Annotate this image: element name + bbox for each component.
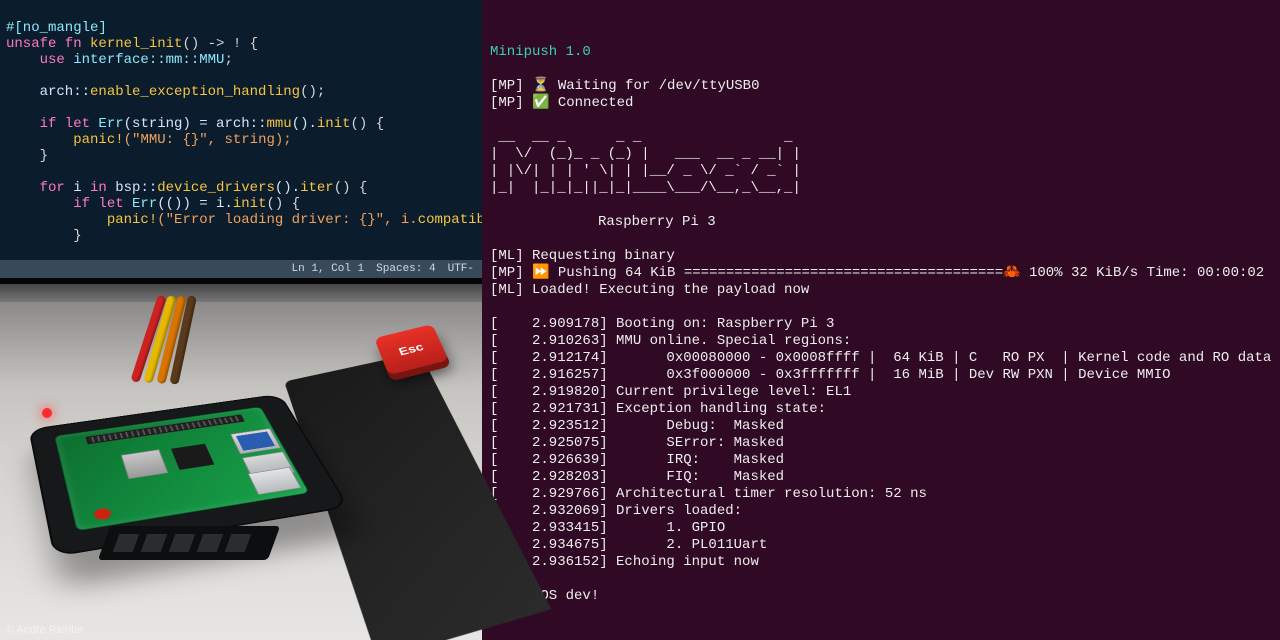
if2-end: () {	[266, 196, 300, 212]
kw-unsafe-fn: unsafe fn	[6, 36, 90, 52]
mp-connected: [MP] ✅ Connected	[490, 95, 1272, 112]
usb3-ports	[230, 428, 281, 454]
status-spaces: Spaces: 4	[376, 263, 435, 275]
for-fn2: iter	[300, 180, 334, 196]
call-path: arch::	[6, 84, 90, 100]
code-editor-screenshot: #[no_mangle] unsafe fn kernel_init() -> …	[0, 0, 482, 278]
panic2-fn2: compatible	[418, 212, 482, 228]
boot-log-line: [ 2.926639] IRQ: Masked	[490, 452, 1272, 469]
minipush-title: Minipush 1.0	[490, 44, 1272, 61]
call-fn: enable_exception_handling	[90, 84, 300, 100]
left-panel: #[no_mangle] unsafe fn kernel_init() -> …	[0, 0, 482, 640]
esc-keycap: Esc	[374, 324, 448, 375]
boot-log-line: [ 2.910263] MMU online. Special regions:	[490, 333, 1272, 350]
status-position: Ln 1, Col 1	[292, 263, 365, 275]
for-path: bsp::	[115, 180, 157, 196]
power-led	[42, 408, 52, 418]
esc-label: Esc	[397, 340, 426, 358]
photo-credit: © Andre Richter	[6, 624, 84, 636]
kw-for: for	[6, 180, 73, 196]
panic1-indent	[6, 132, 73, 148]
panic2-args: ("Error loading driver: {}", i.	[157, 212, 417, 228]
if-mid1: (string) = arch::	[124, 116, 267, 132]
close2: }	[6, 228, 82, 244]
boot-log: [ 2.909178] Booting on: Raspberry Pi 3[ …	[490, 316, 1272, 571]
for-mid: ().	[275, 180, 300, 196]
miniload-ascii-art: __ __ _ _ _ _ | \/ (_)_ _ (_) | ___ __ _…	[490, 129, 1272, 197]
root: #[no_mangle] unsafe fn kernel_init() -> …	[0, 0, 1280, 640]
boot-log-line: [ 2.934675] 2. PL011Uart	[490, 537, 1272, 554]
if-mid2: ().	[292, 116, 317, 132]
panic1-fn: panic!	[73, 132, 123, 148]
kw-in: in	[82, 180, 116, 196]
panic2-indent	[6, 212, 107, 228]
boot-log-line: [ 2.932069] Drivers loaded:	[490, 503, 1272, 520]
boot-log-line: [ 2.912174] 0x00080000 - 0x0008ffff | 64…	[490, 350, 1272, 367]
desk-photo: Esc © Andre	[0, 278, 482, 640]
for-var: i	[73, 180, 81, 196]
boot-log-line: [ 2.923512] Debug: Masked	[490, 418, 1272, 435]
boot-log-line: [ 2.936152] Echoing input now	[490, 554, 1272, 571]
mp-push-progress: [MP] ⏩ Pushing 64 KiB ==================…	[490, 265, 1272, 282]
fn-name: kernel_init	[90, 36, 182, 52]
code-block: #[no_mangle] unsafe fn kernel_init() -> …	[0, 0, 482, 264]
panic1-args: ("MMU: {}", string);	[124, 132, 292, 148]
board-subtitle: Raspberry Pi 3	[490, 214, 1272, 231]
boot-log-line: [ 2.921731] Exception handling state:	[490, 401, 1272, 418]
mp-waiting: [MP] ⏳ Waiting for /dev/ttyUSB0	[490, 78, 1272, 95]
for-end: () {	[334, 180, 368, 196]
panic2-fn: panic!	[107, 212, 157, 228]
ml-loaded: [ML] Loaded! Executing the payload now	[490, 282, 1272, 299]
ty-err2: Err	[132, 196, 157, 212]
editor-statusbar: Ln 1, Col 1 Spaces: 4 UTF-	[0, 260, 482, 278]
terminal[interactable]: Minipush 1.0 [MP] ⏳ Waiting for /dev/tty…	[482, 0, 1280, 640]
if-end: () {	[351, 116, 385, 132]
call-tail: ();	[300, 84, 325, 100]
boot-log-line: [ 2.928203] FIQ: Masked	[490, 469, 1272, 486]
if-fn2: init	[317, 116, 351, 132]
hello-line: Hello OS dev!	[490, 588, 1272, 605]
for-fn: device_drivers	[157, 180, 275, 196]
sig-tail: () -> ! {	[182, 36, 258, 52]
boot-log-line: [ 2.909178] Booting on: Raspberry Pi 3	[490, 316, 1272, 333]
if2-fn: init	[233, 196, 267, 212]
status-encoding: UTF-	[448, 263, 474, 275]
boot-log-line: [ 2.916257] 0x3f000000 - 0x3fffffff | 16…	[490, 367, 1272, 384]
raspberry-logo-icon	[85, 503, 119, 523]
boot-log-line: [ 2.929766] Architectural timer resoluti…	[490, 486, 1272, 503]
boot-log-line: [ 2.933415] 1. GPIO	[490, 520, 1272, 537]
close1: }	[6, 148, 48, 164]
use-end: ;	[224, 52, 232, 68]
boot-log-line: [ 2.919820] Current privilege level: EL1	[490, 384, 1272, 401]
if2-mid1: (()) = i.	[157, 196, 233, 212]
boot-log-line: [ 2.925075] SError: Masked	[490, 435, 1272, 452]
ml-request: [ML] Requesting binary	[490, 248, 1272, 265]
kw-iflet2: if let	[6, 196, 132, 212]
kw-iflet: if let	[6, 116, 98, 132]
ty-err: Err	[98, 116, 123, 132]
soc-chip	[121, 449, 168, 479]
gpio-jumper-wires	[148, 296, 258, 376]
if-fn: mmu	[266, 116, 291, 132]
kw-use: use	[6, 52, 73, 68]
ram-chip	[171, 444, 214, 470]
use-path: interface::mm::MMU	[73, 52, 224, 68]
code-attribute: #[no_mangle]	[6, 20, 107, 36]
case-front-ports	[98, 526, 280, 560]
